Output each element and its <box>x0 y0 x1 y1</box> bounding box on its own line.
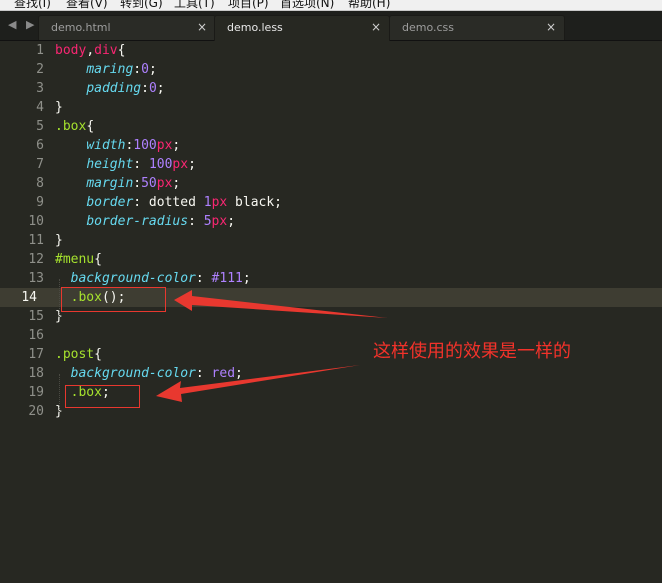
arrow-to-line-19 <box>156 365 360 402</box>
annotation-text: 这样使用的效果是一样的 <box>373 341 571 362</box>
annotation-arrows <box>156 290 388 402</box>
arrow-to-line-14 <box>174 290 388 318</box>
